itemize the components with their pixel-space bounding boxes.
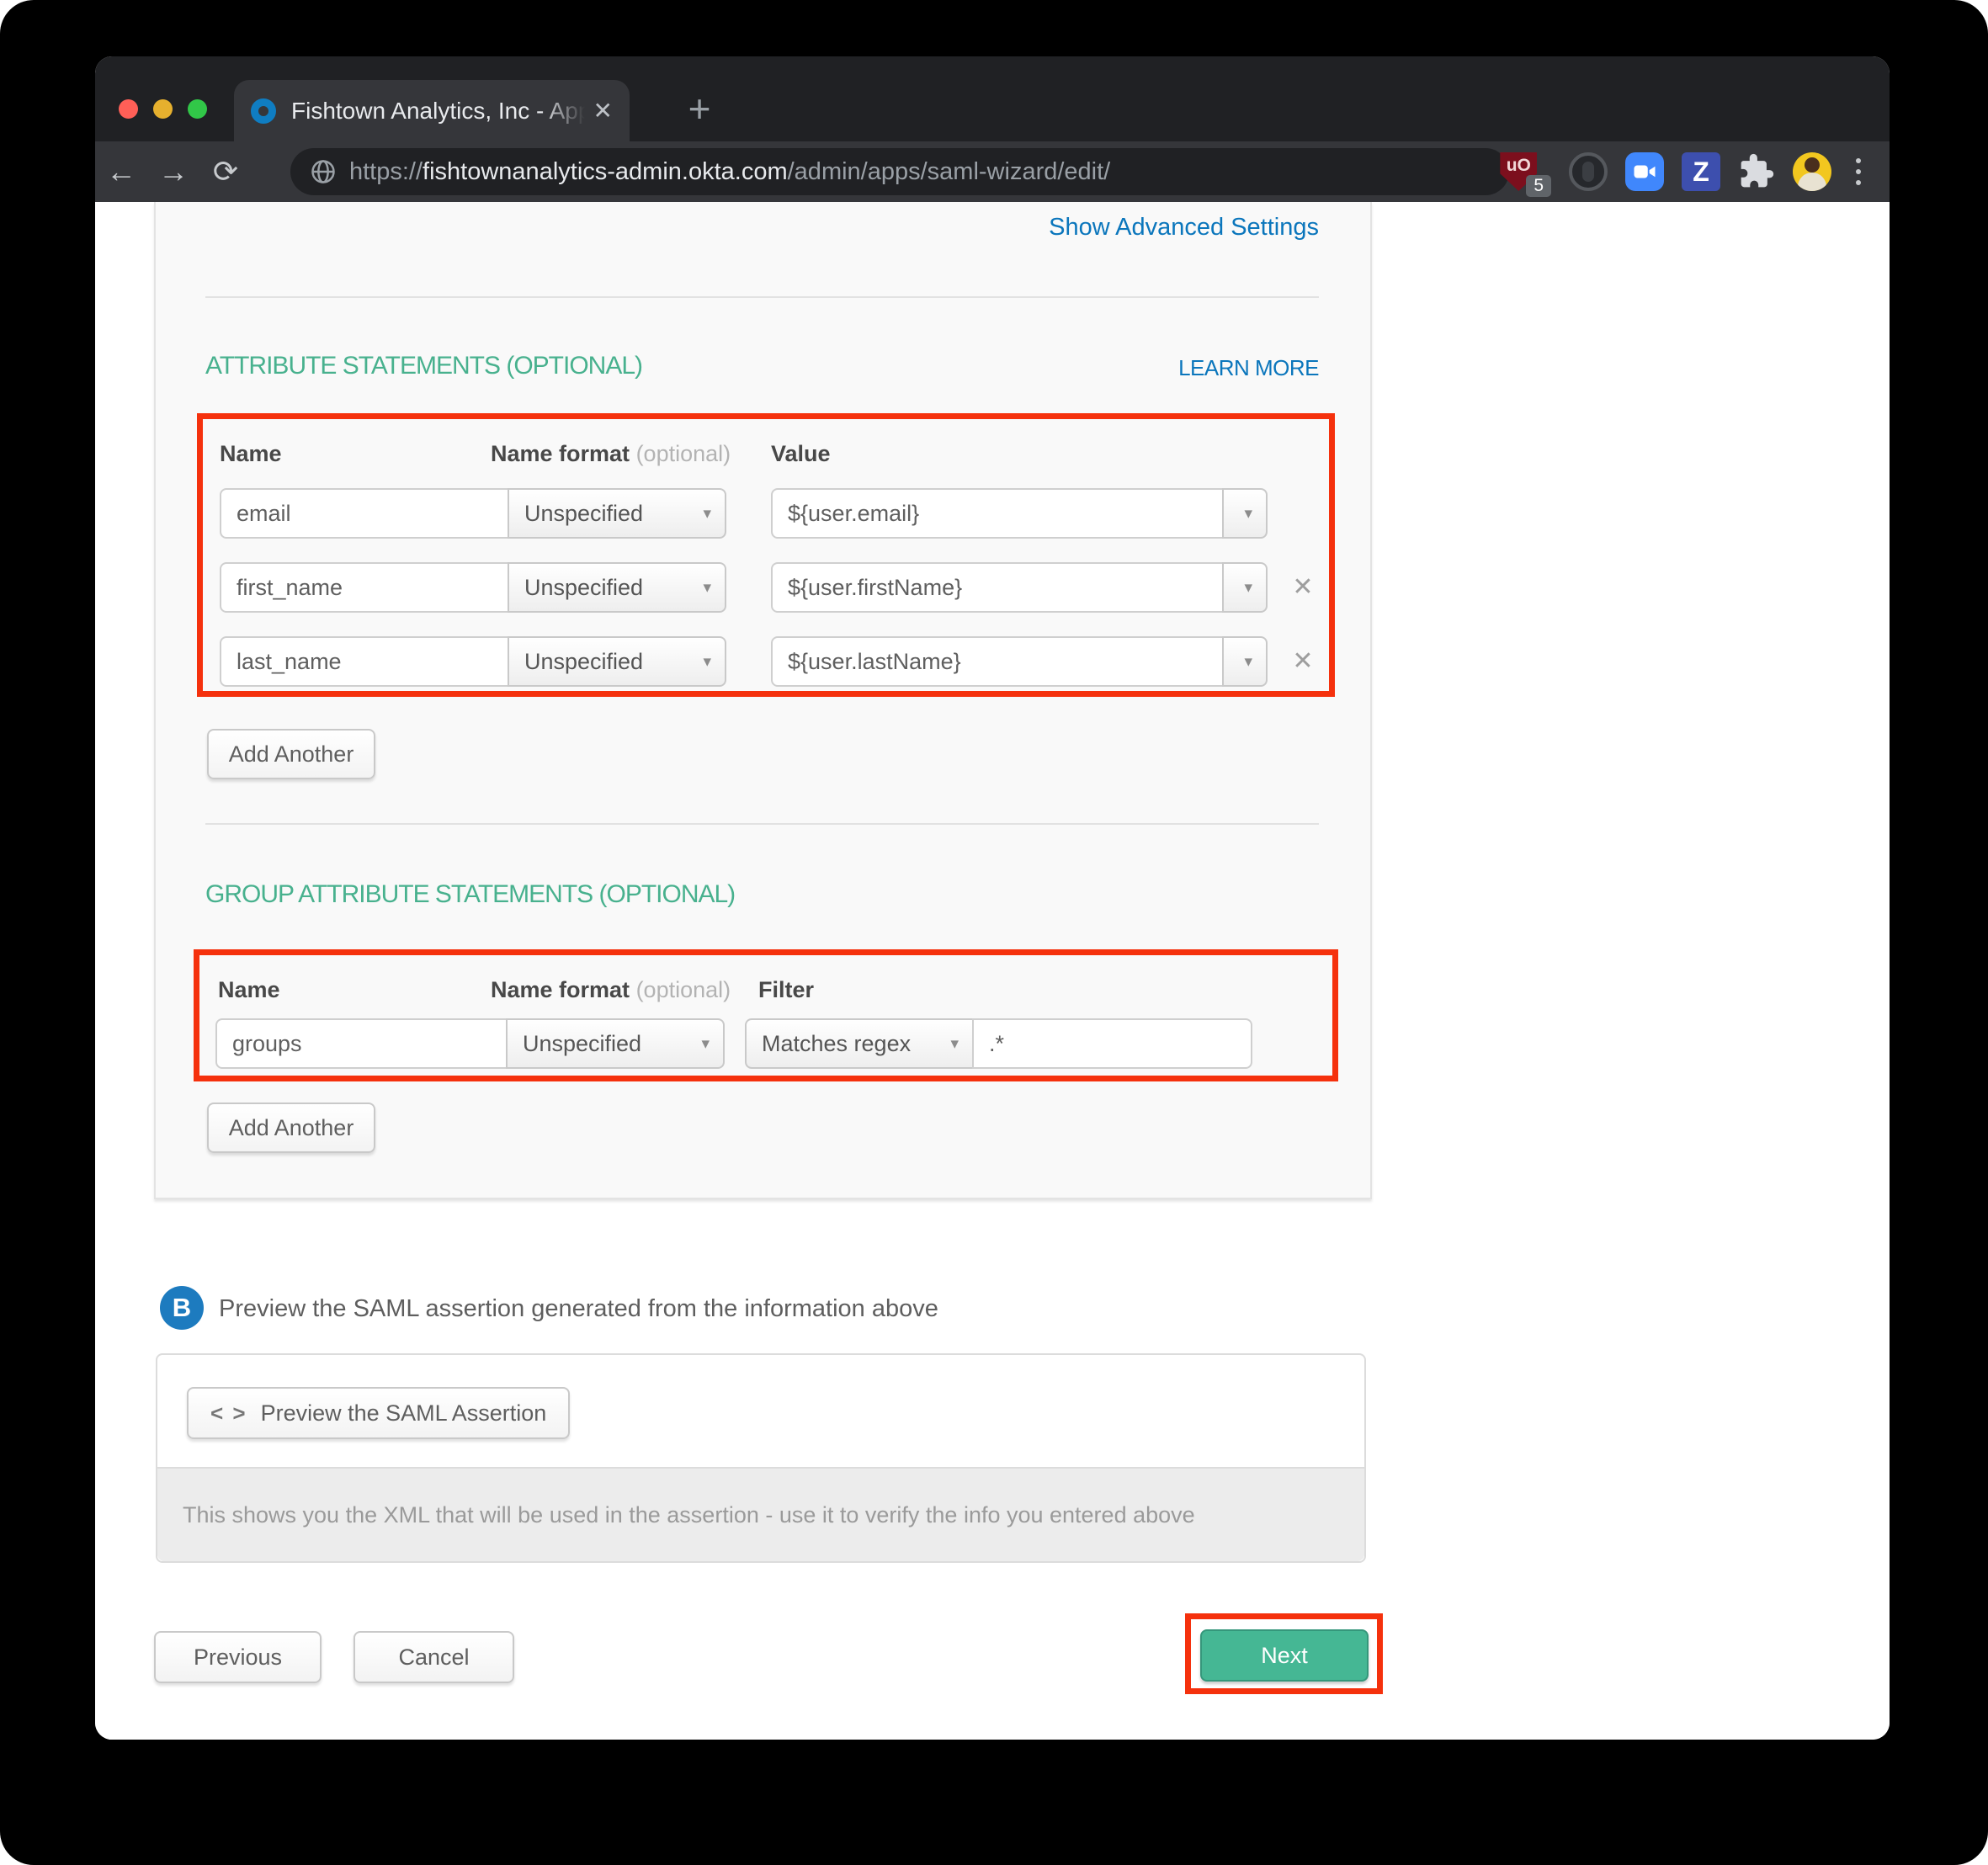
chevron-down-icon: ▾: [1244, 564, 1252, 613]
next-button[interactable]: Next: [1200, 1629, 1369, 1682]
attribute-value-input[interactable]: ${user.email}: [771, 488, 1224, 539]
window-controls: [119, 99, 207, 119]
column-header-value: Value: [771, 441, 831, 467]
chevron-down-icon: ▾: [1244, 490, 1252, 539]
browser-menu-icon[interactable]: [1849, 158, 1868, 185]
password-manager-extension-icon[interactable]: [1569, 152, 1608, 191]
group-attribute-statements-title: GROUP ATTRIBUTE STATEMENTS (OPTIONAL): [205, 880, 735, 909]
camera-icon: [1632, 159, 1657, 184]
z-extension-icon[interactable]: Z: [1682, 152, 1720, 191]
value-dropdown-button[interactable]: ▾: [1222, 562, 1268, 613]
browser-toolbar: ← → ⟳ https://fishtownanalytics-admin.ok…: [95, 141, 1890, 202]
zoom-extension-icon[interactable]: [1625, 152, 1664, 191]
profile-avatar[interactable]: [1793, 152, 1831, 191]
preview-saml-assertion-button[interactable]: < >Preview the SAML Assertion: [187, 1387, 570, 1439]
browser-tab[interactable]: Fishtown Analytics, Inc - Applic ✕: [234, 80, 630, 141]
divider: [205, 823, 1319, 825]
zoom-window-button[interactable]: [188, 99, 207, 119]
learn-more-link[interactable]: LEARN MORE: [1178, 355, 1319, 381]
close-window-button[interactable]: [119, 99, 138, 119]
name-format-select[interactable]: Unspecified▾: [508, 636, 726, 687]
attribute-name-input[interactable]: first_name: [220, 562, 509, 613]
value-dropdown-button[interactable]: ▾: [1222, 636, 1268, 687]
new-tab-button[interactable]: +: [676, 85, 723, 132]
group-name-input[interactable]: groups: [215, 1018, 508, 1069]
url-host: fishtownanalytics-admin.okta.com: [423, 158, 788, 185]
next-button-annotation: Next: [1185, 1613, 1383, 1694]
url-path: /admin/apps/saml-wizard/edit/: [788, 158, 1111, 185]
forward-icon[interactable]: →: [147, 154, 199, 189]
cancel-button[interactable]: Cancel: [353, 1631, 514, 1683]
extensions-area: uO 5 Z: [1500, 146, 1868, 197]
screenshot-background: Fishtown Analytics, Inc - Applic ✕ + ← →…: [0, 0, 1988, 1865]
column-header-name-format: Name format (optional): [491, 441, 731, 467]
divider: [205, 296, 1319, 298]
tab-title: Fishtown Analytics, Inc - Applic: [291, 98, 585, 125]
column-header-name: Name: [220, 441, 282, 467]
attribute-table-annotation: Name Name format (optional) Value email …: [197, 413, 1335, 697]
remove-row-icon[interactable]: ✕: [1284, 636, 1321, 687]
value-dropdown-button[interactable]: ▾: [1222, 488, 1268, 539]
page-content: Show Advanced Settings ATTRIBUTE STATEME…: [95, 202, 1890, 1740]
chevron-down-icon: ▾: [703, 564, 711, 613]
add-another-button[interactable]: Add Another: [207, 1103, 375, 1153]
column-header-name: Name: [218, 977, 280, 1003]
chevron-down-icon: ▾: [1244, 638, 1252, 687]
name-format-select[interactable]: Unspecified▾: [508, 562, 726, 613]
preview-note-area: This shows you the XML that will be used…: [157, 1467, 1364, 1561]
step-b-badge: B: [160, 1286, 204, 1330]
address-bar[interactable]: https://fishtownanalytics-admin.okta.com…: [290, 148, 1509, 195]
column-header-filter: Filter: [758, 977, 814, 1003]
show-advanced-settings-link[interactable]: Show Advanced Settings: [1049, 214, 1319, 242]
globe-icon: [311, 159, 336, 184]
saml-settings-card: Show Advanced Settings ATTRIBUTE STATEME…: [154, 202, 1372, 1199]
attribute-name-input[interactable]: last_name: [220, 636, 509, 687]
ublock-label: uO: [1507, 156, 1531, 176]
group-table-annotation: Name Name format (optional) Filter group…: [194, 949, 1338, 1081]
browser-window: Fishtown Analytics, Inc - Applic ✕ + ← →…: [95, 56, 1890, 1740]
column-header-name-format: Name format (optional): [491, 977, 731, 1003]
remove-row-icon[interactable]: ✕: [1284, 562, 1321, 613]
preview-note-text: This shows you the XML that will be used…: [183, 1502, 1195, 1528]
previous-button[interactable]: Previous: [154, 1631, 322, 1683]
name-format-select[interactable]: Unspecified▾: [508, 488, 726, 539]
ublock-badge: 5: [1526, 175, 1551, 197]
reload-icon[interactable]: ⟳: [199, 154, 252, 189]
attribute-statements-title: ATTRIBUTE STATEMENTS (OPTIONAL): [205, 352, 642, 380]
filter-value-input[interactable]: .*: [972, 1018, 1252, 1069]
attribute-value-input[interactable]: ${user.firstName}: [771, 562, 1224, 613]
add-another-button[interactable]: Add Another: [207, 729, 375, 779]
chevron-down-icon: ▾: [701, 1020, 710, 1069]
chevron-down-icon: ▾: [703, 490, 711, 539]
minimize-window-button[interactable]: [153, 99, 173, 119]
preview-panel: < >Preview the SAML Assertion This shows…: [156, 1353, 1366, 1563]
preview-section-title: Preview the SAML assertion generated fro…: [219, 1295, 938, 1323]
attribute-value-input[interactable]: ${user.lastName}: [771, 636, 1224, 687]
chevron-down-icon: ▾: [703, 638, 711, 687]
name-format-select[interactable]: Unspecified▾: [506, 1018, 725, 1069]
tab-close-icon[interactable]: ✕: [593, 97, 613, 125]
extensions-puzzle-icon[interactable]: [1738, 153, 1775, 190]
filter-type-select[interactable]: Matches regex▾: [745, 1018, 974, 1069]
url-text: https://fishtownanalytics-admin.okta.com…: [349, 158, 1110, 186]
tab-strip: Fishtown Analytics, Inc - Applic ✕ +: [95, 56, 1890, 141]
url-scheme: https://: [349, 158, 423, 185]
back-icon[interactable]: ←: [95, 154, 147, 189]
attribute-name-input[interactable]: email: [220, 488, 509, 539]
okta-favicon-icon: [251, 98, 276, 124]
code-icon: < >: [210, 1400, 247, 1426]
chevron-down-icon: ▾: [950, 1020, 959, 1069]
